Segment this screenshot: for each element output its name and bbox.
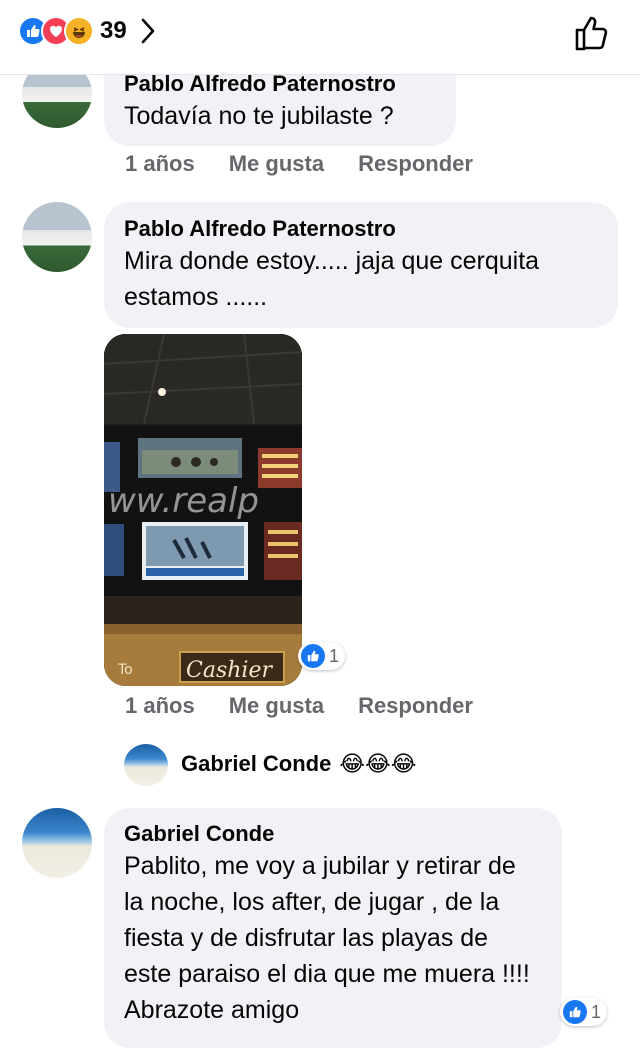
- like-link[interactable]: Me gusta: [229, 151, 324, 176]
- photo-sign: Cashier: [186, 658, 273, 683]
- avatar[interactable]: [22, 808, 92, 878]
- comment-text: Pablito, me voy a jubilar y retirar de l…: [124, 852, 530, 1024]
- comment-bubble: Gabriel Conde Pablito, me voy a jubilar …: [104, 808, 562, 1048]
- comment-time[interactable]: 1 años: [125, 151, 195, 176]
- reactions-header: 39: [0, 0, 640, 75]
- reaction-summary[interactable]: 39: [18, 14, 157, 48]
- comment-photo[interactable]: To Cashier ww.realp: [104, 334, 302, 686]
- photo-sign-left: To: [117, 662, 133, 678]
- avatar[interactable]: [22, 202, 92, 272]
- reaction-badge-count: 1: [591, 1001, 602, 1022]
- reply-preview[interactable]: Gabriel Conde 😂😂😂: [181, 750, 416, 778]
- thumbs-up-outline-icon[interactable]: [572, 12, 614, 54]
- like-icon: [301, 644, 325, 668]
- comment-time[interactable]: 1 años: [125, 693, 195, 718]
- reply-link[interactable]: Responder: [358, 151, 473, 176]
- chevron-right-icon[interactable]: [139, 16, 157, 46]
- reaction-badge[interactable]: 1: [560, 998, 608, 1026]
- comment-author[interactable]: Pablo Alfredo Paternostro: [124, 215, 598, 243]
- comment-bubble: Pablo Alfredo Paternostro Mira donde est…: [104, 202, 618, 328]
- photo-watermark: ww.realp: [108, 481, 259, 521]
- avatar[interactable]: [124, 744, 168, 786]
- haha-icon: [64, 16, 94, 46]
- casino-screens-photo: To Cashier ww.realp: [104, 334, 302, 686]
- reaction-badge[interactable]: 1: [298, 642, 346, 670]
- reaction-count: 39: [100, 17, 127, 44]
- reply-emoji: 😂😂😂: [339, 751, 417, 776]
- reply-link[interactable]: Responder: [358, 693, 473, 718]
- comment-actions: 1 años Me gusta Responder: [125, 151, 507, 177]
- comment-text: Mira donde estoy..... jaja que cerquita …: [124, 247, 540, 311]
- like-icon: [563, 1000, 587, 1024]
- like-link[interactable]: Me gusta: [229, 693, 324, 718]
- reply-author[interactable]: Gabriel Conde: [181, 750, 331, 778]
- comment-text: Todavía no te jubilaste ?: [124, 102, 394, 130]
- comment-author[interactable]: Gabriel Conde: [124, 820, 542, 848]
- comment-actions: 1 años Me gusta Responder: [125, 693, 507, 719]
- reaction-badge-count: 1: [329, 645, 340, 666]
